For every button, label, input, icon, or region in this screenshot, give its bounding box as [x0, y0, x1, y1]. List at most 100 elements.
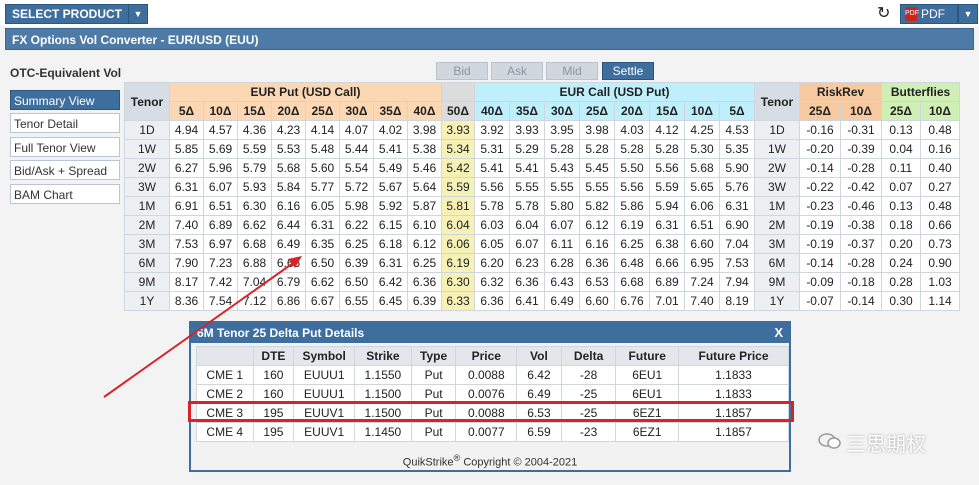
call-vol-cell: 6.41 — [509, 291, 545, 311]
call-vol-cell: 5.56 — [474, 177, 510, 197]
tenor-cell: 1D — [124, 120, 170, 140]
details-column-header: Vol — [516, 346, 562, 366]
put-vol-cell: 6.66 — [271, 253, 306, 273]
call-vol-cell: 7.94 — [719, 272, 755, 292]
call-vol-cell: 5.28 — [544, 139, 580, 159]
atm-vol-cell: 6.06 — [441, 234, 475, 254]
tenor-cell: 2W — [124, 158, 170, 178]
pdf-icon: PDF — [905, 7, 919, 21]
details-cell: 0.0077 — [455, 422, 518, 442]
call-vol-cell: 6.60 — [579, 291, 615, 311]
call-vol-cell: 5.29 — [509, 139, 545, 159]
put-vol-cell: 5.85 — [169, 139, 204, 159]
put-vol-cell: 4.57 — [203, 120, 238, 140]
call-vol-cell: 6.43 — [544, 272, 580, 292]
details-row[interactable]: CME 4 195 EUUV1 1.1450 Put 0.0077 6.59 -23 6EZ1 1… — [196, 422, 789, 442]
put-vol-cell: 6.07 — [203, 177, 238, 197]
put-vol-cell: 6.42 — [373, 272, 408, 292]
butterfly-delta-header: 10Δ — [920, 101, 960, 121]
details-column-header: Price — [455, 346, 518, 366]
call-vol-cell: 5.94 — [649, 196, 685, 216]
call-vol-cell: 5.55 — [509, 177, 545, 197]
call-delta-header: 15Δ — [649, 101, 685, 121]
riskrev-cell: -0.39 — [840, 139, 882, 159]
call-vol-cell: 5.41 — [474, 158, 510, 178]
details-cell: 1.1550 — [354, 365, 412, 385]
put-vol-cell: 5.41 — [373, 139, 408, 159]
put-delta-header: 5Δ — [169, 101, 204, 121]
call-vol-cell: 5.76 — [719, 177, 755, 197]
call-vol-cell: 3.93 — [509, 120, 545, 140]
select-product-button[interactable]: SELECT PRODUCT — [5, 4, 130, 24]
put-vol-cell: 6.36 — [407, 272, 442, 292]
atm-vol-cell: 5.81 — [441, 196, 475, 216]
table-row: 3M 7.53 6.97 6.68 6.49 6.35 6.25 6.18 6.12 6.06 6.… — [124, 234, 960, 254]
atm-vol-cell: 3.93 — [441, 120, 475, 140]
table-row: 1Y 8.36 7.54 7.12 6.86 6.67 6.55 6.45 6.39 6.33 6.… — [124, 291, 960, 311]
put-delta-header: 25Δ — [305, 101, 340, 121]
details-row[interactable]: CME 1 160 EUUU1 1.1550 Put 0.0088 6.42 -28 6EU1 1… — [196, 365, 789, 385]
call-vol-cell: 6.05 — [474, 234, 510, 254]
call-delta-header: 5Δ — [719, 101, 755, 121]
put-vol-cell: 5.92 — [373, 196, 408, 216]
tenor-cell-right: 2W — [754, 158, 800, 178]
atm-vol-cell: 6.33 — [441, 291, 475, 311]
put-vol-cell: 7.23 — [203, 253, 238, 273]
call-vol-cell: 5.56 — [649, 158, 685, 178]
sidebar-item-bid-ask-spread[interactable]: Bid/Ask + Spread — [10, 160, 120, 180]
ask-toggle[interactable]: Ask — [491, 62, 543, 80]
call-vol-cell: 6.53 — [579, 272, 615, 292]
sidebar-item-full-tenor-view[interactable]: Full Tenor View — [10, 137, 120, 157]
put-delta-header: 15Δ — [237, 101, 272, 121]
sidebar-item-summary-view[interactable]: Summary View — [10, 90, 120, 110]
pdf-menu-chevron-icon[interactable]: ▼ — [958, 4, 978, 24]
atm-vol-cell: 6.19 — [441, 253, 475, 273]
put-vol-cell: 7.90 — [169, 253, 204, 273]
call-vol-cell: 7.01 — [649, 291, 685, 311]
bid-toggle[interactable]: Bid — [436, 62, 488, 80]
riskrev-cell: -0.07 — [799, 291, 841, 311]
call-vol-cell: 5.31 — [474, 139, 510, 159]
call-vol-cell: 5.50 — [614, 158, 650, 178]
atm-vol-cell: 6.04 — [441, 215, 475, 235]
call-vol-cell: 5.43 — [544, 158, 580, 178]
put-vol-cell: 5.38 — [407, 139, 442, 159]
put-vol-cell: 6.88 — [237, 253, 272, 273]
chevron-down-icon[interactable]: ▼ — [128, 4, 148, 24]
call-vol-cell: 6.60 — [684, 234, 720, 254]
butterfly-cell: 0.27 — [920, 177, 960, 197]
put-vol-cell: 6.39 — [339, 253, 374, 273]
riskrev-cell: -0.23 — [799, 196, 841, 216]
call-vol-cell: 5.45 — [579, 158, 615, 178]
call-delta-header: 40Δ — [474, 101, 510, 121]
details-cell: 0.0088 — [455, 365, 518, 385]
put-vol-cell: 5.93 — [237, 177, 272, 197]
put-delta-header: 30Δ — [339, 101, 374, 121]
table-row: 1D 4.94 4.57 4.36 4.23 4.14 4.07 4.02 3.98 3.93 3.… — [124, 120, 960, 140]
refresh-icon[interactable]: ↻ — [877, 3, 890, 23]
table-row: 2M 7.40 6.89 6.62 6.44 6.31 6.22 6.15 6.10 6.04 6.… — [124, 215, 960, 235]
call-vol-cell: 7.53 — [719, 253, 755, 273]
pdf-button[interactable]: PDF PDF — [900, 4, 958, 24]
put-vol-cell: 6.31 — [305, 215, 340, 235]
butterfly-cell: 1.14 — [920, 291, 960, 311]
call-vol-cell: 6.04 — [509, 215, 545, 235]
put-vol-cell: 6.62 — [237, 215, 272, 235]
call-vol-cell: 6.48 — [614, 253, 650, 273]
sidebar-item-tenor-detail[interactable]: Tenor Detail — [10, 113, 120, 133]
details-column-header: Future — [615, 346, 680, 366]
atm-vol-cell: 5.42 — [441, 158, 475, 178]
sidebar-item-bam-chart[interactable]: BAM Chart — [10, 184, 120, 204]
put-vol-cell: 5.64 — [407, 177, 442, 197]
put-vol-cell: 5.54 — [339, 158, 374, 178]
mid-toggle[interactable]: Mid — [546, 62, 598, 80]
call-vol-cell: 6.31 — [649, 215, 685, 235]
atm-vol-cell: 5.59 — [441, 177, 475, 197]
settle-toggle[interactable]: Settle — [602, 62, 654, 80]
put-delta-header: 40Δ — [407, 101, 442, 121]
put-vol-cell: 6.15 — [373, 215, 408, 235]
call-vol-cell: 6.76 — [614, 291, 650, 311]
close-icon[interactable]: X — [774, 323, 783, 343]
put-vol-cell: 6.31 — [373, 253, 408, 273]
dialog-footer: QuikStrike® Copyright © 2004-2021 — [191, 453, 789, 469]
